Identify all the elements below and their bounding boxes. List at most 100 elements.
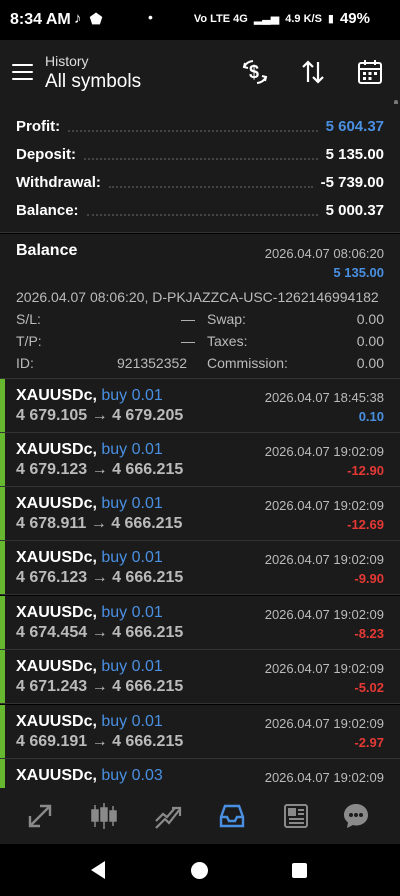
app-bar: History All symbols $	[0, 40, 400, 104]
swap-value: 0.00	[356, 311, 384, 327]
summary-panel: Profit: 5 604.37 Deposit: 5 135.00 Withd…	[0, 104, 400, 232]
deposit-filter-icon[interactable]: $	[240, 57, 270, 87]
balance-row: Balance: 5 000.37	[16, 199, 384, 221]
trade-prices: 4 678.911 → 4 666.215	[16, 515, 183, 532]
status-time: 8:34 AM	[10, 11, 71, 28]
network-label: Vo LTE 4G	[193, 12, 248, 25]
trade-symbol: XAUUSDc,	[16, 604, 97, 621]
trade-prices: 4 676.123 → 4 666.215	[16, 569, 184, 586]
buy-indicator	[0, 487, 5, 540]
balance-label: Balance:	[16, 201, 79, 219]
id-value: 921352352	[117, 355, 188, 371]
withdrawal-value: -5 739.00	[320, 173, 384, 191]
battery-label: 49%	[339, 10, 370, 27]
trade-symbol-line: XAUUSDc, buy 0.01	[16, 658, 163, 676]
svg-text:$: $	[249, 62, 259, 82]
home-icon[interactable]	[191, 862, 208, 879]
sort-icon[interactable]	[298, 57, 328, 87]
dot-leader	[108, 176, 313, 188]
withdrawal-row: Withdrawal: -5 739.00	[16, 171, 384, 193]
trade-profit: 0.10	[358, 409, 384, 424]
trade-row[interactable]: XAUUSDc, buy 0.03 2026.04.07 19:02:09	[0, 759, 400, 788]
balance-entry[interactable]: Balance 2026.04.07 08:06:20 5 135.00 202…	[0, 234, 400, 378]
trade-symbol: XAUUSDc,	[16, 495, 97, 512]
balance-entry-title: Balance	[16, 242, 78, 259]
calendar-icon[interactable]	[355, 57, 385, 87]
news-icon[interactable]	[280, 800, 312, 832]
withdrawal-label: Withdrawal:	[16, 173, 101, 191]
tp-value: —	[181, 333, 195, 349]
trade-prices: 4 671.243 → 4 666.215	[16, 678, 184, 695]
trade-symbol: XAUUSDc,	[16, 713, 97, 730]
chart-icon[interactable]	[88, 800, 120, 832]
tp-label: T/P:	[16, 333, 42, 349]
trade-symbol-line: XAUUSDc, buy 0.01	[16, 549, 163, 567]
trade-prices: 4 679.123 → 4 666.215	[16, 461, 184, 478]
buy-indicator	[0, 433, 5, 486]
trade-row[interactable]: XAUUSDc, buy 0.01 4 669.191 → 4 666.215 …	[0, 705, 400, 759]
trade-side: buy 0.01	[101, 604, 163, 621]
trade-side: buy 0.01	[101, 387, 163, 404]
id-label: ID:	[16, 355, 34, 371]
trade-side: buy 0.01	[101, 713, 163, 730]
trade-side: buy 0.01	[101, 495, 163, 512]
profit-row: Profit: 5 604.37	[16, 115, 384, 137]
trade-symbol: XAUUSDc,	[16, 767, 97, 784]
speed-label: 4.9 K/S	[285, 12, 322, 25]
trade-time: 2026.04.07 19:02:09	[264, 661, 384, 676]
quotes-icon[interactable]	[24, 800, 56, 832]
status-bar: 8:34 AM ♪ ⬟ • Vo LTE 4G ▂▃▅ 4.9 K/S ▮ 49…	[0, 0, 400, 40]
trade-list[interactable]: XAUUSDc, buy 0.01 4 679.105 → 4 679.205 …	[0, 378, 400, 788]
trade-row[interactable]: XAUUSDc, buy 0.01 4 679.123 → 4 666.215 …	[0, 433, 400, 487]
header-title[interactable]: All symbols	[45, 71, 141, 93]
trade-side: buy 0.01	[101, 441, 163, 458]
tiktok-icon: ♪	[74, 10, 82, 27]
history-icon[interactable]	[216, 800, 248, 832]
taxes-label: Taxes:	[207, 333, 248, 349]
trade-symbol: XAUUSDc,	[16, 549, 97, 566]
sl-label: S/L:	[16, 311, 41, 327]
trade-symbol-line: XAUUSDc, buy 0.03	[16, 767, 163, 785]
back-icon[interactable]	[89, 860, 107, 885]
buy-indicator	[0, 650, 5, 703]
trade-time: 2026.04.07 19:02:09	[264, 770, 384, 785]
trade-time: 2026.04.07 18:45:38	[264, 390, 384, 405]
profit-value: 5 604.37	[325, 117, 384, 135]
trade-row[interactable]: XAUUSDc, buy 0.01 4 676.123 → 4 666.215 …	[0, 541, 400, 595]
trade-row[interactable]: XAUUSDc, buy 0.01 4 671.243 → 4 666.215 …	[0, 650, 400, 704]
taxes-value: 0.00	[356, 333, 384, 349]
swap-label: Swap:	[207, 311, 246, 327]
notification-dot-icon: •	[148, 9, 153, 25]
system-nav-bar	[0, 844, 400, 896]
profit-label: Profit:	[16, 117, 61, 135]
detail-row: T/P: — Taxes: 0.00	[16, 333, 384, 353]
trade-symbol-line: XAUUSDc, buy 0.01	[16, 441, 163, 459]
trade-row[interactable]: XAUUSDc, buy 0.01 4 678.911 → 4 666.215 …	[0, 487, 400, 541]
trade-row[interactable]: XAUUSDc, buy 0.01 4 679.105 → 4 679.205 …	[0, 379, 400, 433]
buy-indicator	[0, 759, 5, 788]
trade-prices: 4 679.105 → 4 679.205	[16, 407, 184, 424]
commission-label: Commission:	[207, 355, 288, 371]
commission-value: 0.00	[356, 355, 384, 371]
trade-prices: 4 674.454 → 4 666.215	[16, 624, 184, 641]
trade-symbol: XAUUSDc,	[16, 387, 97, 404]
balance-entry-time: 2026.04.07 08:06:20	[264, 246, 384, 261]
buy-indicator	[0, 705, 5, 758]
trade-time: 2026.04.07 19:02:09	[264, 444, 384, 459]
trade-side: buy 0.01	[101, 658, 163, 675]
chat-icon[interactable]	[340, 800, 372, 832]
dot-leader	[68, 120, 318, 132]
trade-row[interactable]: XAUUSDc, buy 0.01 4 674.454 → 4 666.215 …	[0, 596, 400, 650]
buy-indicator	[0, 596, 5, 649]
dot-leader	[84, 148, 318, 160]
detail-row: ID: 921352352 Commission: 0.00	[16, 355, 384, 375]
trade-profit: -12.69	[347, 517, 384, 532]
battery-icon: ▮	[327, 13, 334, 25]
menu-icon[interactable]	[12, 64, 33, 80]
trade-icon[interactable]	[152, 800, 184, 832]
trade-profit: -9.90	[354, 571, 384, 586]
divider	[0, 232, 400, 233]
recents-icon[interactable]	[292, 863, 307, 878]
trade-symbol-line: XAUUSDc, buy 0.01	[16, 495, 163, 513]
trade-time: 2026.04.07 19:02:09	[264, 716, 384, 731]
